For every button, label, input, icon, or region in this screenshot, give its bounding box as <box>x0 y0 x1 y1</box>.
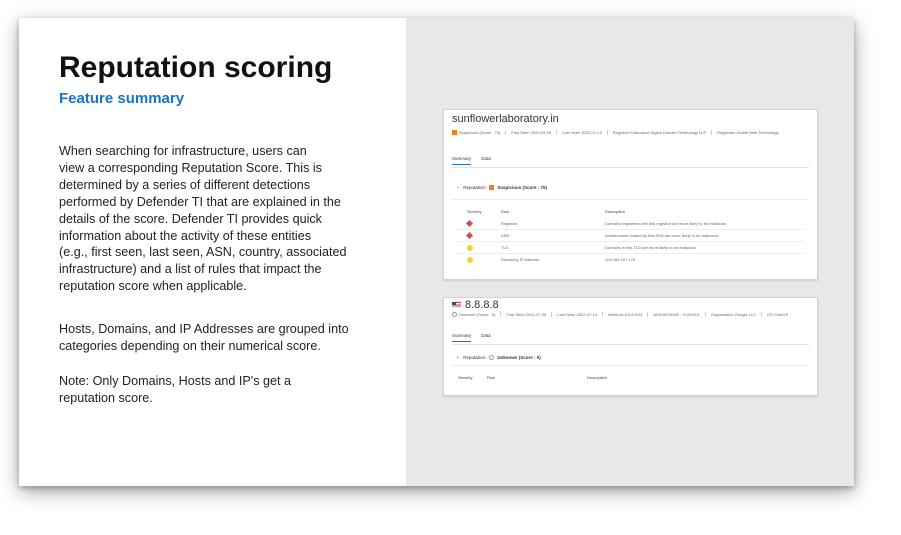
domain-meta: Suspicious (Score : 75) First Seen 2020-… <box>452 130 779 135</box>
reputation-row[interactable]: ⌄ Reputation: Unknown (Score : 0) <box>456 354 541 360</box>
ip-title: 8.8.8.8 <box>452 299 499 311</box>
table-row: TLD Domains in this TLD are more likely … <box>444 242 817 254</box>
registrar-value: Endurance Digital Domain Technology LLP <box>630 130 707 135</box>
medium-severity-icon <box>467 245 473 251</box>
reputation-label: Reputation: <box>463 354 487 360</box>
high-severity-icon <box>465 231 474 240</box>
table-row: ASN Infrastructure hosted by this ASN ar… <box>444 230 817 242</box>
tab-summary[interactable]: Summary <box>452 333 472 342</box>
tab-data[interactable]: Data <box>481 333 491 342</box>
slide: Reputation scoring Feature summary When … <box>19 18 854 486</box>
tab-bar: Summary Data <box>452 156 491 165</box>
domain-title: sunflowerlaboratory.in <box>452 113 559 125</box>
slide-subtitle: Feature summary <box>59 90 185 107</box>
table-row: Registrar Domains registered with this r… <box>444 218 817 230</box>
ip-meta: Unknown (Score : 0) First Seen 2010-07-2… <box>452 312 788 317</box>
text-panel: Reputation scoring Feature summary When … <box>19 18 406 486</box>
reputation-value: Suspicious (Score : 75) <box>497 184 547 190</box>
first-seen-label: First Seen <box>511 130 530 135</box>
unknown-icon <box>489 354 495 360</box>
status-badge: Unknown (Score : 0) <box>452 312 495 317</box>
tab-data[interactable]: Data <box>481 156 491 165</box>
high-severity-icon <box>465 219 474 228</box>
column-header-rule: Rule <box>487 375 496 380</box>
status-badge: Suspicious (Score : 75) <box>452 130 500 135</box>
domain-reputation-card: sunflowerlaboratory.in Suspicious (Score… <box>443 109 818 280</box>
slide-title: Reputation scoring <box>59 51 333 84</box>
reputation-label: Reputation: <box>463 184 487 190</box>
chevron-down-icon[interactable]: ⌄ <box>456 184 460 190</box>
tab-summary[interactable]: Summary <box>452 156 472 165</box>
registrant-label: Registrant <box>717 130 736 135</box>
us-flag-icon <box>452 302 461 309</box>
last-seen-label: Last Seen <box>562 130 581 135</box>
suspicious-icon <box>489 184 495 190</box>
last-seen-value: 2022-07-13 <box>581 130 602 135</box>
table-row: Resolving IP Address 103.160.107.176 <box>444 254 817 266</box>
column-header-rule: Rule <box>501 209 510 214</box>
ip-reputation-card: 8.8.8.8 Unknown (Score : 0) First Seen 2… <box>443 297 818 396</box>
registrant-value: Globle Web Technology <box>736 130 779 135</box>
screenshot-panel: sunflowerlaboratory.in Suspicious (Score… <box>406 18 854 486</box>
reputation-value: Unknown (Score : 0) <box>497 354 541 360</box>
column-header-severity: Severity <box>467 209 482 214</box>
registrar-label: Registrar <box>612 130 630 135</box>
column-header-description: Description <box>587 375 608 380</box>
reputation-row[interactable]: ⌄ Reputation: Suspicious (Score : 75) <box>456 184 547 190</box>
column-header-description: Description <box>605 209 626 214</box>
chevron-down-icon[interactable]: ⌄ <box>456 354 460 360</box>
paragraph-reputation-intro: When searching for infrastructure, users… <box>59 144 347 294</box>
paragraph-grouping: Hosts, Domains, and IP Addresses are gro… <box>59 322 349 353</box>
medium-severity-icon <box>467 257 473 263</box>
column-header-severity: Severity <box>458 375 473 380</box>
first-seen-value: 2020-04-09 <box>530 130 552 135</box>
unknown-icon <box>452 312 457 317</box>
paragraph-note: Note: Only Domains, Hosts and IP's get a… <box>59 374 291 405</box>
tab-bar: Summary Data <box>452 333 491 342</box>
suspicious-icon <box>452 130 457 135</box>
